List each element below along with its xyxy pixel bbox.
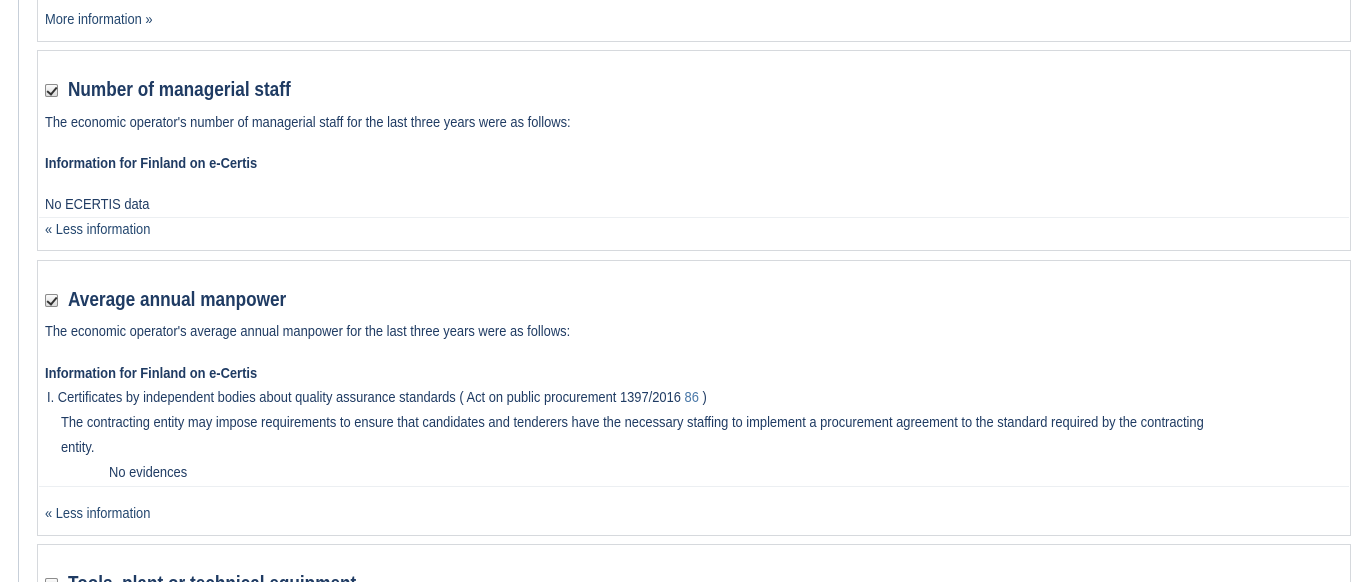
left-border-line [18,0,19,582]
annual-manpower-checkbox[interactable] [45,294,58,307]
managerial-staff-checkbox[interactable] [45,84,58,97]
tools-equipment-panel: Tools, plant or technical equipment [37,544,1351,582]
espd-criteria-page: More information » Number of managerial … [0,0,1366,582]
managerial-staff-ecertis-status: No ECERTIS data [45,196,150,213]
requirement-line-2: entity. [61,439,95,456]
requirement-line-1: The contracting entity may impose requir… [61,414,1204,431]
managerial-staff-panel: Number of managerial staff The economic … [37,50,1351,251]
tools-equipment-checkbox[interactable] [45,578,58,582]
certificate-ref-link[interactable]: 86 [685,389,699,406]
annual-manpower-title: Average annual manpower [68,289,287,311]
certificate-item: I. Certificates by independent bodies ab… [47,389,707,407]
annual-manpower-less-information-link[interactable]: « Less information [45,505,150,523]
annual-manpower-panel: Average annual manpower The economic ope… [37,260,1351,536]
tools-equipment-title: Tools, plant or technical equipment [68,573,356,582]
managerial-staff-divider [39,217,1349,218]
evidence-status: No evidences [109,464,188,481]
tools-equipment-heading-row: Tools, plant or technical equipment [45,573,403,582]
annual-manpower-ecertis-heading: Information for Finland on e-Certis [45,365,258,382]
managerial-staff-ecertis-heading: Information for Finland on e-Certis [45,155,258,172]
managerial-staff-description: The economic operator's number of manage… [45,114,571,131]
annual-manpower-description: The economic operator's average annual m… [45,323,571,340]
managerial-staff-title: Number of managerial staff [68,79,291,101]
more-information-link[interactable]: More information » [45,11,153,29]
managerial-staff-heading-row: Number of managerial staff [45,79,327,102]
certificate-item-text: I. Certificates by independent bodies ab… [47,389,681,406]
annual-manpower-divider [39,486,1349,487]
annual-manpower-heading-row: Average annual manpower [45,289,322,312]
previous-criterion-panel: More information » [37,0,1351,42]
managerial-staff-less-information-link[interactable]: « Less information [45,221,150,239]
certificate-item-close: ) [702,389,707,406]
